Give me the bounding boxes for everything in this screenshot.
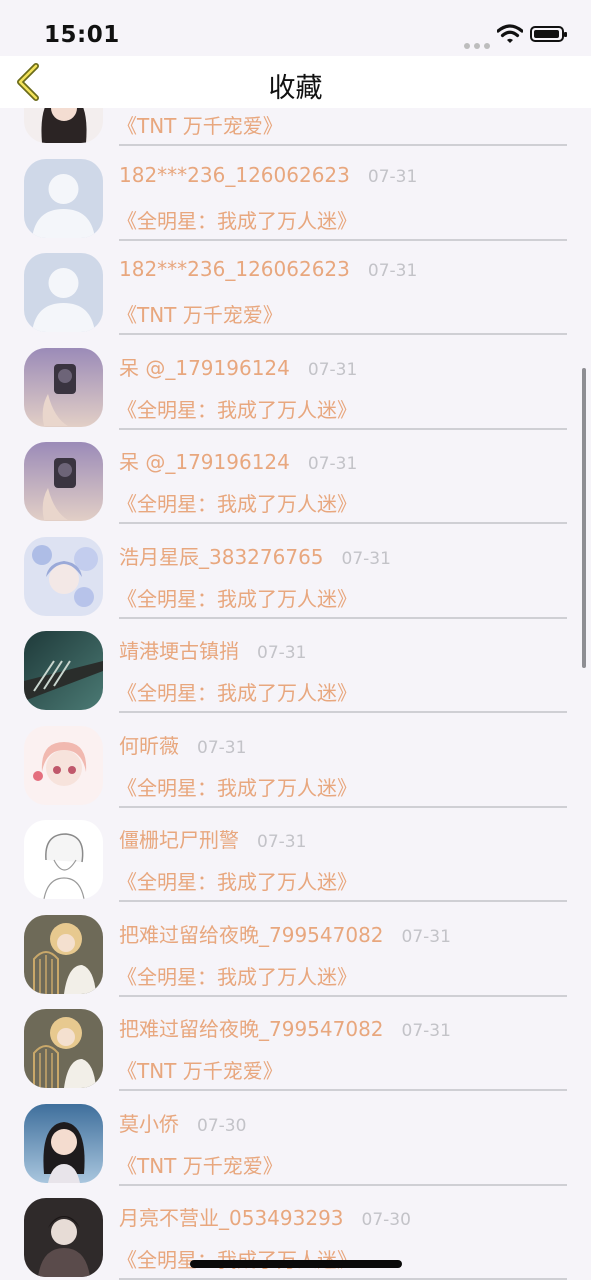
favorite-date: 07-31 <box>257 643 307 663</box>
book-title-link[interactable]: 《TNT 万千宠爱》 <box>117 1055 283 1084</box>
user-name-text: 僵栅圮尸刑警 <box>119 828 239 852</box>
favorite-row[interactable]: 182***236_126062623 07-31 《全明星：我成了万人迷》 <box>0 147 591 242</box>
user-name[interactable]: 182***236_126062623 07-31 <box>119 163 417 187</box>
book-title-link[interactable]: 《TNT 万千宠爱》 <box>117 1150 283 1179</box>
favorite-row[interactable]: 182***236_126062623 07-31 《TNT 万千宠爱》 <box>0 241 591 336</box>
cellular-signal-icon <box>464 34 494 53</box>
navigation-bar: 收藏 <box>0 56 591 108</box>
user-name-text: 182***236_126062623 <box>119 162 350 187</box>
favorite-date: 07-30 <box>197 1115 247 1136</box>
book-title-link[interactable]: 《全明星：我成了万人迷》 <box>117 394 357 423</box>
avatar[interactable] <box>24 442 103 521</box>
favorite-date: 07-31 <box>401 1021 451 1041</box>
avatar[interactable] <box>24 347 103 427</box>
book-title-link[interactable]: 《全明星：我成了万人迷》 <box>117 866 357 895</box>
favorite-date: 07-31 <box>197 737 247 758</box>
avatar[interactable] <box>24 108 103 143</box>
user-name[interactable]: 靖港埂古镇捎 07-31 <box>119 635 306 664</box>
user-name[interactable]: 何昕薇 07-31 <box>119 730 246 759</box>
avatar[interactable] <box>24 158 103 238</box>
book-title-link[interactable]: 《全明星：我成了万人迷》 <box>117 488 357 517</box>
user-name[interactable]: 呆 @_179196124 07-31 <box>119 446 357 475</box>
user-name[interactable]: 莫小侨 07-30 <box>119 1108 246 1137</box>
favorite-date: 07-31 <box>341 548 391 569</box>
book-title-link[interactable]: 《全明星：我成了万人迷》 <box>117 583 357 612</box>
user-name[interactable]: 182***236_126062623 07-31 <box>119 257 417 281</box>
user-name[interactable]: 僵栅圮尸刑警 07-31 <box>119 824 306 853</box>
book-title-link[interactable]: 《TNT 万千宠爱》 <box>117 299 283 328</box>
favorite-date: 07-31 <box>307 359 358 380</box>
avatar[interactable] <box>24 820 103 899</box>
avatar[interactable] <box>24 1009 103 1088</box>
user-name-text: 呆 @_179196124 <box>119 355 290 380</box>
wifi-icon <box>496 24 524 48</box>
favorite-row[interactable]: 呆 @_179196124 07-31 《全明星：我成了万人迷》 <box>0 336 591 431</box>
avatar[interactable] <box>24 631 103 710</box>
favorite-row[interactable]: 何昕薇 07-31 《全明星：我成了万人迷》 <box>0 714 591 809</box>
scrollbar[interactable] <box>582 368 586 668</box>
home-indicator[interactable] <box>190 1260 402 1268</box>
favorite-row[interactable]: 呆 @_179196124 07-31 《全明星：我成了万人迷》 <box>0 430 591 525</box>
user-name-text: 呆 @_179196124 <box>119 450 290 474</box>
avatar[interactable] <box>24 253 103 332</box>
favorite-row[interactable]: 靖港埂古镇捎 07-31 《全明星：我成了万人迷》 <box>0 619 591 714</box>
status-bar: 15:01 <box>0 0 591 56</box>
user-name-text: 月亮不营业_053493293 <box>119 1206 344 1230</box>
favorite-row[interactable]: 《TNT 万千宠爱》 <box>0 108 591 147</box>
book-title-link[interactable]: 《全明星：我成了万人迷》 <box>117 772 357 801</box>
favorite-row[interactable]: 莫小侨 07-30 《TNT 万千宠爱》 <box>0 1092 591 1187</box>
user-name-text: 浩月星辰_383276765 <box>119 544 324 569</box>
favorite-date: 07-31 <box>367 261 418 281</box>
favorite-date: 07-31 <box>307 454 358 474</box>
status-time: 15:01 <box>44 22 120 48</box>
book-title-link[interactable]: 《全明星：我成了万人迷》 <box>117 961 357 990</box>
favorite-row[interactable]: 僵栅圮尸刑警 07-31 《全明星：我成了万人迷》 <box>0 808 591 903</box>
favorite-row[interactable]: 把难过留给夜晚_799547082 07-31 《全明星：我成了万人迷》 <box>0 903 591 998</box>
favorite-date: 07-31 <box>257 832 307 852</box>
avatar[interactable] <box>24 536 103 616</box>
user-name[interactable]: 浩月星辰_383276765 07-31 <box>119 541 391 570</box>
book-title-link[interactable]: 《全明星：我成了万人迷》 <box>117 677 357 706</box>
favorite-row[interactable]: 把难过留给夜晚_799547082 07-31 《TNT 万千宠爱》 <box>0 997 591 1092</box>
avatar[interactable] <box>24 1198 103 1277</box>
user-name[interactable]: 月亮不营业_053493293 07-30 <box>119 1202 411 1231</box>
avatar[interactable] <box>24 914 103 994</box>
user-name[interactable]: 把难过留给夜晚_799547082 07-31 <box>119 919 451 948</box>
page-title: 收藏 <box>268 73 323 104</box>
favorite-date: 07-31 <box>367 166 418 187</box>
favorites-list[interactable]: 《TNT 万千宠爱》 182***236_126062623 07-31 《全明星：我… <box>0 108 591 1280</box>
avatar[interactable] <box>24 725 103 805</box>
user-name-text: 182***236_126062623 <box>119 257 350 281</box>
user-name[interactable]: 呆 @_179196124 07-31 <box>119 352 357 381</box>
favorite-date: 07-30 <box>361 1210 411 1230</box>
battery-icon <box>530 26 567 42</box>
user-name-text: 把难过留给夜晚_799547082 <box>119 1017 384 1041</box>
user-name-text: 何昕薇 <box>119 733 179 758</box>
favorite-date: 07-31 <box>401 926 451 947</box>
book-title-link[interactable]: 《全明星：我成了万人迷》 <box>117 1244 357 1273</box>
favorite-row[interactable]: 浩月星辰_383276765 07-31 《全明星：我成了万人迷》 <box>0 525 591 620</box>
user-name-text: 靖港埂古镇捎 <box>119 639 239 663</box>
avatar[interactable] <box>24 1103 103 1183</box>
user-name-text: 莫小侨 <box>119 1111 179 1136</box>
book-title-link[interactable]: 《TNT 万千宠爱》 <box>117 110 283 139</box>
user-name[interactable]: 把难过留给夜晚_799547082 07-31 <box>119 1013 451 1042</box>
user-name-text: 把难过留给夜晚_799547082 <box>119 922 384 947</box>
book-title-link[interactable]: 《全明星：我成了万人迷》 <box>117 205 357 234</box>
